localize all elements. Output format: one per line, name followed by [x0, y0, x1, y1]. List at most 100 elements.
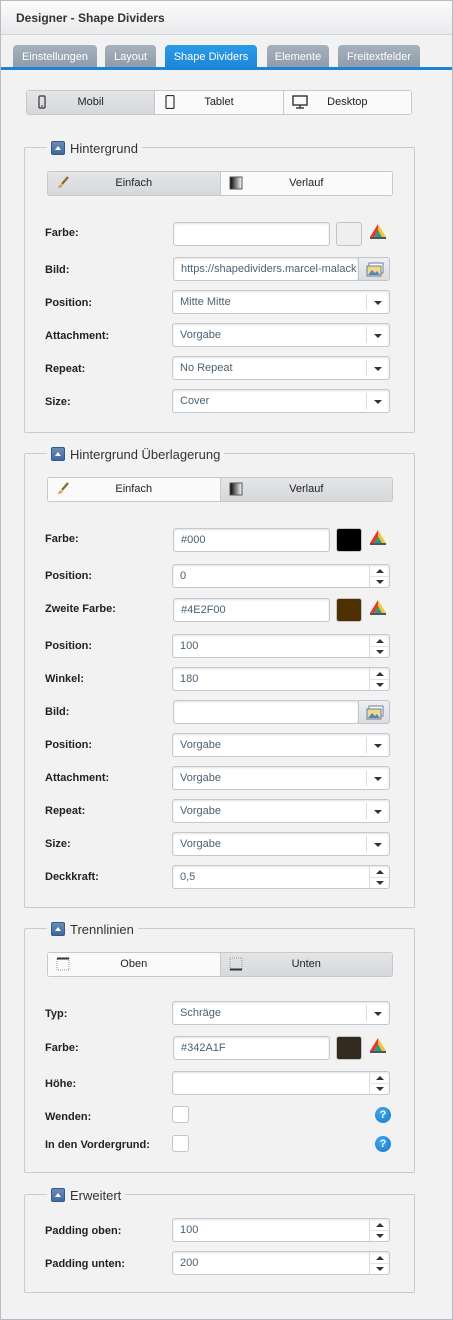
color-picker-icon[interactable]: [368, 1035, 388, 1055]
second-color-label: Zweite Farbe:: [45, 603, 116, 615]
device-tablet-button[interactable]: Tablet: [154, 91, 283, 114]
bottom-border-icon: [229, 957, 242, 971]
tab-bar: Einstellungen Layout Shape Dividers Elem…: [1, 35, 452, 69]
overlay-legend[interactable]: Hintergrund Überlagerung: [47, 444, 225, 464]
angle-stepper[interactable]: 180: [172, 667, 390, 691]
position-stepper[interactable]: 100: [172, 634, 390, 658]
image-picker-button[interactable]: [358, 257, 390, 281]
position-label: Position:: [45, 297, 93, 309]
color-input[interactable]: [173, 222, 330, 246]
height-stepper[interactable]: [172, 1071, 390, 1095]
increment-icon[interactable]: [369, 1072, 389, 1083]
image-icon: [366, 262, 384, 277]
color-picker-icon[interactable]: [368, 597, 388, 617]
decrement-icon[interactable]: [369, 679, 389, 690]
image-label: Bild:: [45, 264, 70, 276]
mode-verlauf-button[interactable]: Verlauf: [219, 478, 392, 501]
color-label: Farbe:: [45, 1042, 79, 1054]
second-color-input[interactable]: #4E2F00: [173, 598, 330, 622]
designer-window: Designer - Shape Dividers Einstellungen …: [0, 0, 453, 1320]
collapse-toggle-icon[interactable]: [51, 922, 65, 936]
position-label: Position:: [45, 640, 93, 652]
window-title: Designer - Shape Dividers: [16, 11, 165, 25]
position-value: 100: [180, 640, 199, 652]
decrement-icon[interactable]: [369, 877, 389, 888]
position-select[interactable]: Mitte Mitte: [172, 290, 390, 314]
overlay-title: Hintergrund Überlagerung: [70, 446, 221, 462]
tab-layout[interactable]: Layout: [105, 45, 156, 69]
collapse-toggle-icon[interactable]: [51, 1188, 65, 1202]
help-icon[interactable]: ?: [375, 1107, 391, 1123]
advanced-legend[interactable]: Erweitert: [47, 1185, 126, 1205]
decrement-icon[interactable]: [369, 1083, 389, 1094]
decrement-icon[interactable]: [369, 576, 389, 587]
decrement-icon[interactable]: [369, 646, 389, 657]
repeat-select[interactable]: Vorgabe: [172, 799, 390, 823]
increment-icon[interactable]: [369, 1252, 389, 1263]
size-select[interactable]: Vorgabe: [172, 832, 390, 856]
color-input[interactable]: #000: [173, 528, 330, 552]
padding-top-label: Padding oben:: [45, 1225, 122, 1237]
color-picker-icon[interactable]: [368, 221, 388, 241]
repeat-label: Repeat:: [45, 805, 86, 817]
flip-checkbox[interactable]: [172, 1106, 189, 1123]
color-label: Farbe:: [45, 227, 79, 239]
foreground-checkbox[interactable]: [172, 1135, 189, 1152]
color-swatch[interactable]: [336, 1036, 362, 1060]
background-legend[interactable]: Hintergrund: [47, 138, 142, 158]
image-url-input[interactable]: https://shapedividers.marcel-malack: [173, 257, 359, 281]
tab-shape-dividers[interactable]: Shape Dividers: [165, 45, 257, 69]
decrement-icon[interactable]: [369, 1230, 389, 1241]
position-value: 0: [180, 570, 187, 582]
position-stepper[interactable]: 0: [172, 564, 390, 588]
brush-icon: [58, 176, 69, 188]
padding-bottom-stepper[interactable]: 200: [172, 1251, 390, 1275]
increment-icon[interactable]: [369, 866, 389, 877]
attachment-select[interactable]: Vorgabe: [172, 766, 390, 790]
attachment-select[interactable]: Vorgabe: [172, 323, 390, 347]
color-swatch[interactable]: [336, 222, 362, 246]
increment-icon[interactable]: [369, 1219, 389, 1230]
background-title: Hintergrund: [70, 140, 138, 156]
gradient-icon: [229, 176, 242, 190]
image-url-input[interactable]: [173, 700, 359, 724]
mode-verlauf-button[interactable]: Verlauf: [219, 172, 392, 195]
height-label: Höhe:: [45, 1078, 77, 1090]
second-color-swatch[interactable]: [336, 598, 362, 622]
device-mobil-button[interactable]: Mobil: [27, 91, 155, 114]
image-picker-button[interactable]: [358, 700, 390, 724]
opacity-stepper[interactable]: 0,5: [172, 865, 390, 889]
color-input[interactable]: #342A1F: [173, 1036, 330, 1060]
increment-icon[interactable]: [369, 668, 389, 679]
dividers-legend[interactable]: Trennlinien: [47, 919, 138, 939]
increment-icon[interactable]: [369, 635, 389, 646]
mode-einfach-button[interactable]: Einfach: [48, 172, 220, 195]
tab-einstellungen[interactable]: Einstellungen: [13, 45, 97, 69]
type-select[interactable]: Schräge: [172, 1001, 390, 1025]
phone-icon: [38, 95, 46, 109]
collapse-toggle-icon[interactable]: [51, 141, 65, 155]
title-bar: Designer - Shape Dividers: [1, 1, 452, 35]
size-select[interactable]: Cover: [172, 389, 390, 413]
repeat-select[interactable]: No Repeat: [172, 356, 390, 380]
device-tablet-label: Tablet: [204, 96, 234, 108]
increment-icon[interactable]: [369, 565, 389, 576]
advanced-section: Erweitert: [24, 1185, 415, 1293]
mode-einfach-button[interactable]: Einfach: [48, 478, 220, 501]
angle-label: Winkel:: [45, 673, 85, 685]
padding-top-stepper[interactable]: 100: [172, 1218, 390, 1242]
help-icon[interactable]: ?: [375, 1136, 391, 1152]
divider-oben-label: Oben: [120, 958, 148, 970]
color-swatch[interactable]: [336, 528, 362, 552]
color-picker-icon[interactable]: [368, 527, 388, 547]
divider-oben-button[interactable]: Oben: [48, 953, 220, 976]
device-desktop-button[interactable]: Desktop: [282, 91, 411, 114]
device-mobil-label: Mobil: [77, 96, 104, 108]
monitor-icon: [291, 95, 308, 109]
position-select[interactable]: Vorgabe: [172, 733, 390, 757]
tab-elemente[interactable]: Elemente: [267, 45, 329, 69]
tab-freitextfelder[interactable]: Freitextfelder: [338, 45, 420, 69]
collapse-toggle-icon[interactable]: [51, 447, 65, 461]
decrement-icon[interactable]: [369, 1263, 389, 1274]
divider-unten-button[interactable]: Unten: [219, 953, 392, 976]
